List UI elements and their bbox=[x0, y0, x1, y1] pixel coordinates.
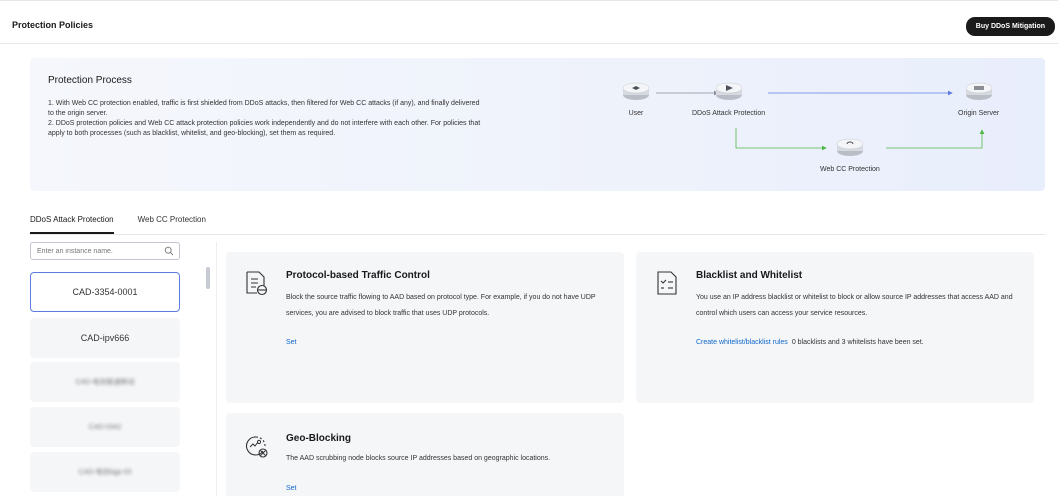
instance-label: CAD-电信bgp-03 bbox=[78, 469, 132, 476]
instance-item[interactable]: CAD-电信bgp-03 bbox=[30, 452, 180, 492]
ddos-server-icon bbox=[715, 82, 742, 100]
instance-item[interactable]: CAD-3354-0001 bbox=[30, 272, 180, 312]
node-user-label: User bbox=[628, 110, 644, 117]
node-user: User bbox=[622, 80, 650, 117]
node-ddos: DDoS Attack Protection bbox=[692, 80, 765, 117]
protocol-traffic-control-card: Protocol-based Traffic Control Block the… bbox=[226, 252, 624, 403]
instance-label: CAD-电信联通移动 bbox=[75, 379, 135, 386]
instance-search-input[interactable] bbox=[31, 243, 156, 259]
geo-blocking-card: Geo-Blocking The AAD scrubbing node bloc… bbox=[226, 413, 624, 496]
tab-web-cc-protection[interactable]: Web CC Protection bbox=[138, 212, 206, 234]
instance-item[interactable]: CAD-ipv666 bbox=[30, 318, 180, 358]
tabs-divider bbox=[30, 234, 1045, 235]
instance-label: CAD-3354-0001 bbox=[72, 287, 138, 297]
panel-divider bbox=[216, 242, 217, 496]
blacklist-link-row: Create whitelist/blacklist rules 0 blackl… bbox=[696, 339, 924, 346]
geo-block-icon bbox=[245, 436, 268, 458]
header-bar: Protection Policies Buy DDoS Mitigation bbox=[0, 0, 1058, 44]
instance-label: CAD-ipv666 bbox=[80, 333, 130, 343]
blacklist-card-desc: You use an IP address blacklist or white… bbox=[696, 294, 1013, 317]
instance-list-scrollbar[interactable] bbox=[206, 267, 210, 289]
list-check-icon bbox=[657, 271, 677, 295]
node-ddos-label: DDoS Attack Protection bbox=[692, 110, 766, 117]
geo-card-desc: The AAD scrubbing node blocks source IP … bbox=[286, 455, 551, 462]
protocol-card-desc: Block the source traffic flowing to AAD … bbox=[286, 294, 596, 317]
protocol-card-title: Protocol-based Traffic Control bbox=[286, 270, 430, 281]
node-origin-label: Origin Server bbox=[958, 110, 1000, 117]
search-icon[interactable] bbox=[164, 246, 174, 256]
instance-item[interactable]: CAD-0342 bbox=[30, 407, 180, 447]
protection-tabs: DDoS Attack Protection Web CC Protection bbox=[30, 212, 230, 234]
document-block-icon bbox=[246, 271, 268, 296]
geo-set-link[interactable]: Set bbox=[286, 485, 297, 492]
protection-process-panel: Protection Process 1. With Web CC protec… bbox=[30, 58, 1045, 191]
user-server-icon bbox=[622, 82, 650, 100]
arrow-ddos-to-webcc bbox=[735, 128, 827, 151]
buy-ddos-mitigation-button[interactable]: Buy DDoS Mitigation bbox=[965, 17, 1055, 36]
instance-search-box bbox=[30, 242, 180, 260]
origin-server-icon bbox=[965, 82, 992, 100]
node-webcc-label: Web CC Protection bbox=[820, 166, 880, 173]
node-webcc: Web CC Protection bbox=[820, 136, 880, 173]
blacklist-status-note: 0 blacklists and 3 whitelists have been … bbox=[791, 339, 924, 346]
node-origin: Origin Server bbox=[958, 80, 999, 117]
tab-ddos-attack-protection[interactable]: DDoS Attack Protection bbox=[30, 212, 114, 234]
create-whitelist-blacklist-link[interactable]: Create whitelist/blacklist rules bbox=[696, 339, 788, 346]
flow-arrows bbox=[656, 90, 985, 151]
blacklist-card-title: Blacklist and Whitelist bbox=[696, 270, 803, 281]
arrow-webcc-to-origin bbox=[886, 129, 985, 149]
protocol-set-link[interactable]: Set bbox=[286, 339, 297, 346]
page-title: Protection Policies bbox=[12, 20, 94, 30]
geo-card-title: Geo-Blocking bbox=[286, 433, 352, 444]
blacklist-whitelist-card: Blacklist and Whitelist You use an IP ad… bbox=[636, 252, 1034, 403]
webcc-server-icon bbox=[836, 138, 864, 156]
instance-item[interactable]: CAD-电信联通移动 bbox=[30, 362, 180, 402]
instance-label: CAD-0342 bbox=[88, 423, 122, 431]
